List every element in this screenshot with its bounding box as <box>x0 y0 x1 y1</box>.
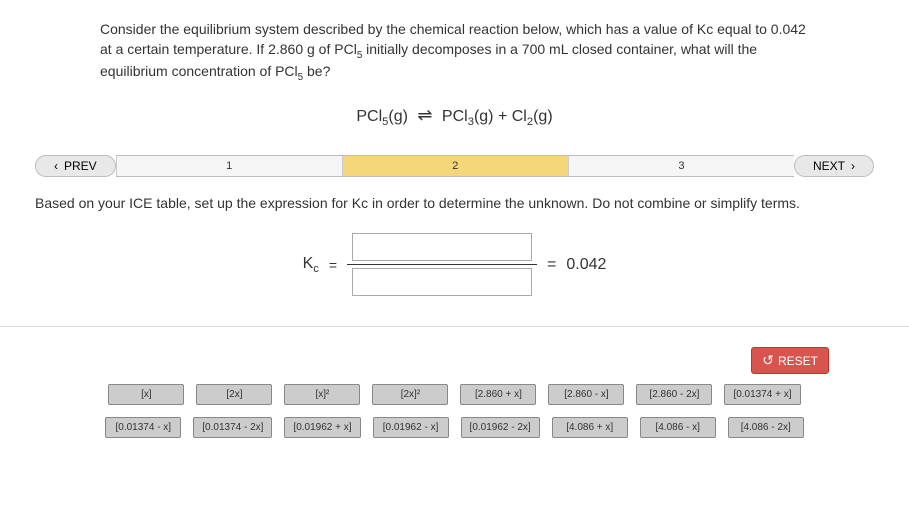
tile-option[interactable]: [0.01374 - x] <box>105 417 181 438</box>
tile-option[interactable]: [0.01962 - 2x] <box>461 417 540 438</box>
tiles-row-1: [x] [2x] [x]² [2x]² [2.860 + x] [2.860 -… <box>60 384 849 405</box>
tile-option[interactable]: [2.860 - x] <box>548 384 624 405</box>
equilibrium-arrow-icon: ⇌ <box>412 105 437 125</box>
chemical-reaction: PCl5(g) ⇌ PCl3(g) + Cl2(g) <box>100 105 809 128</box>
step-1[interactable]: 1 <box>116 156 342 176</box>
kc-label: Kc <box>303 255 319 275</box>
step-3[interactable]: 3 <box>568 156 794 176</box>
tile-option[interactable]: [2.860 + x] <box>460 384 536 405</box>
divider <box>0 326 909 327</box>
question-text: Consider the equilibrium system describe… <box>100 20 809 85</box>
numerator-drop-zone[interactable] <box>352 233 532 261</box>
tile-option[interactable]: [0.01374 - 2x] <box>193 417 272 438</box>
instruction-text: Based on your ICE table, set up the expr… <box>0 189 909 234</box>
fraction-line <box>347 264 537 265</box>
tile-option[interactable]: [0.01962 - x] <box>373 417 449 438</box>
tile-option[interactable]: [4.086 - x] <box>640 417 716 438</box>
equation-area: Kc = = 0.042 <box>0 233 909 296</box>
chevron-right-icon: › <box>851 159 855 173</box>
step-navigation: ‹ PREV 1 2 3 NEXT › <box>35 153 874 179</box>
tile-option[interactable]: [2.860 - 2x] <box>636 384 712 405</box>
reset-button[interactable]: ↺ RESET <box>751 347 829 374</box>
prev-button[interactable]: ‹ PREV <box>35 155 116 177</box>
chevron-left-icon: ‹ <box>54 159 58 173</box>
result-equals: = <box>547 256 556 274</box>
tile-option[interactable]: [x] <box>108 384 184 405</box>
tile-option[interactable]: [4.086 + x] <box>552 417 628 438</box>
reset-icon: ↺ <box>762 352 774 369</box>
equals-sign: = <box>329 257 337 273</box>
tile-option[interactable]: [0.01374 + x] <box>724 384 800 405</box>
result-value: 0.042 <box>566 256 606 274</box>
tiles-row-2: [0.01374 - x] [0.01374 - 2x] [0.01962 + … <box>60 417 849 438</box>
next-button[interactable]: NEXT › <box>794 155 874 177</box>
tile-option[interactable]: [4.086 - 2x] <box>728 417 804 438</box>
step-2[interactable]: 2 <box>342 156 568 176</box>
tile-option[interactable]: [x]² <box>284 384 360 405</box>
tile-option[interactable]: [2x]² <box>372 384 448 405</box>
tile-option[interactable]: [2x] <box>196 384 272 405</box>
denominator-drop-zone[interactable] <box>352 268 532 296</box>
tile-option[interactable]: [0.01962 + x] <box>284 417 360 438</box>
